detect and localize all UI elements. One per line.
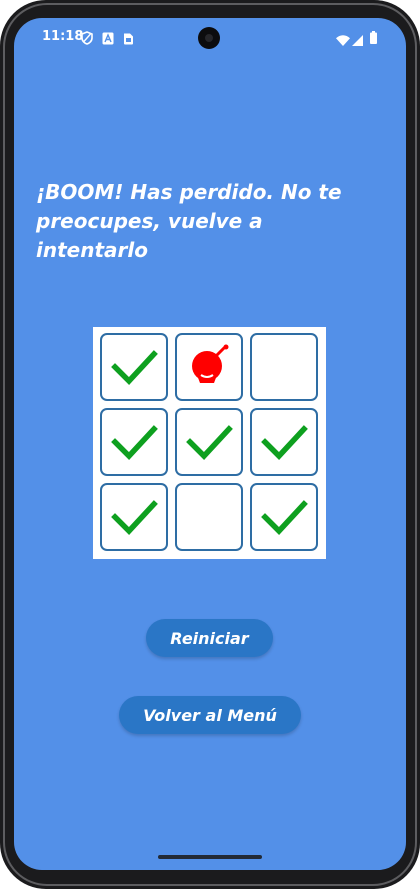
check-icon [261, 425, 308, 460]
board-cell-empty[interactable] [175, 483, 243, 551]
restart-button[interactable]: Reiniciar [146, 619, 273, 657]
status-time: 11:18 [42, 29, 84, 44]
board-cell-check[interactable] [100, 483, 168, 551]
check-icon [111, 425, 158, 460]
game-board [93, 327, 326, 559]
app-screen: 11:18 ¡BOOM! Has perdido. No te preocupe… [14, 18, 406, 870]
board-cell-bomb[interactable] [175, 333, 243, 401]
board-cell-check[interactable] [175, 408, 243, 476]
board-cell-empty[interactable] [250, 333, 318, 401]
sim-card-icon [123, 30, 134, 49]
phone-frame: 11:18 ¡BOOM! Has perdido. No te preocupe… [0, 0, 420, 889]
a-square-icon [102, 30, 114, 49]
check-icon [111, 500, 158, 535]
battery-icon [370, 29, 377, 48]
front-camera [198, 27, 220, 49]
wifi-icon [336, 31, 350, 50]
bomb-icon [192, 344, 229, 383]
shield-icon [81, 30, 93, 49]
check-icon [186, 425, 233, 460]
game-over-message: ¡BOOM! Has perdido. No te preocupes, vue… [36, 180, 342, 262]
board-cell-check[interactable] [250, 483, 318, 551]
board-cell-check[interactable] [100, 408, 168, 476]
signal-icon [352, 31, 363, 50]
back-to-menu-button[interactable]: Volver al Menú [119, 696, 301, 734]
board-cell-check[interactable] [250, 408, 318, 476]
home-indicator[interactable] [158, 855, 262, 859]
check-icon [261, 500, 308, 535]
board-cell-check[interactable] [100, 333, 168, 401]
check-icon [111, 350, 158, 385]
